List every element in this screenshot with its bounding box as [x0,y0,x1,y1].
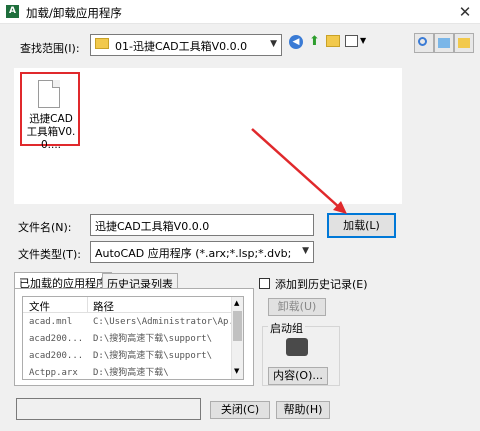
up-folder-icon[interactable]: ⬆ [309,34,320,49]
close-button[interactable]: 关闭(C) [210,401,270,419]
table-row[interactable]: acad.mnl [29,314,72,331]
folder-icon [95,38,109,49]
contents-button[interactable]: 内容(O)... [268,367,328,385]
table-row-path: D:\搜狗高速下载\support\ [93,334,213,344]
lookin-combo[interactable]: 01-迅捷CAD工具箱V0.0.0 ▼ [90,34,282,56]
filetype-value: AutoCAD 应用程序 (*.arx;*.lsp;*.dvb;*.dbx;*.… [95,247,291,260]
chevron-down-icon: ▼ [302,246,309,256]
file-item-name: 迅捷CAD工具箱V0.0.... [26,113,76,151]
document-icon [38,80,60,108]
table-row[interactable]: acad200... [29,331,83,348]
filename-field[interactable]: 迅捷CAD工具箱V0.0.0 [90,214,314,236]
table-row[interactable]: acad200... [29,348,83,365]
filetype-combo[interactable]: AutoCAD 应用程序 (*.arx;*.lsp;*.dvb;*.dbx;*.… [90,241,314,263]
header-file[interactable]: 文件 [29,299,50,314]
load-button[interactable]: 加载(L) [327,213,396,238]
header-path[interactable]: 路径 [93,299,114,314]
help-button[interactable]: 帮助(H) [276,401,330,419]
table-row-path: C:\Users\Administrator\Ap... [93,317,231,327]
table-row[interactable]: Actpp.arx [29,365,78,379]
file-item[interactable]: 迅捷CAD工具箱V0.0.... [20,72,80,151]
filetype-label: 文件类型(T): [18,248,82,261]
briefcase-icon [286,338,308,356]
startup-group-label: 启动组 [268,320,305,336]
table-row-path: D:\搜狗高速下载\support\ [93,351,213,361]
views-icon[interactable] [345,35,358,47]
unload-button[interactable]: 卸载(U) [268,298,326,316]
loaded-apps-table[interactable]: 文件 路径 acad.mnl C:\Users\Administrator\Ap… [22,296,244,380]
add-history-checkbox[interactable] [259,278,270,289]
back-icon[interactable]: ◀ [289,35,303,49]
table-row-path: D:\搜狗高速下载\ [93,368,169,378]
add-history-label: 添加到历史记录(E) [275,278,368,291]
table-scrollbar[interactable]: ▲ ▼ [231,297,243,379]
lookin-label: 查找范围(I): [20,42,80,55]
filename-label: 文件名(N): [18,221,72,234]
views-chevron-icon[interactable]: ▼ [360,36,366,45]
preview-icon[interactable] [434,33,454,53]
status-bar [16,398,201,420]
new-folder-icon[interactable] [326,35,340,47]
app-icon: A [6,5,19,18]
lookin-value: 01-迅捷CAD工具箱V0.0.0 [115,40,248,53]
table-header: 文件 路径 [23,297,231,313]
close-icon[interactable]: ✕ [455,2,475,22]
title-bar: A 加载/卸载应用程序 ✕ [0,0,480,24]
window-title: 加载/卸载应用程序 [26,6,122,20]
chevron-down-icon: ▼ [270,39,277,49]
find-icon[interactable] [414,33,434,53]
settings-icon[interactable] [454,33,474,53]
